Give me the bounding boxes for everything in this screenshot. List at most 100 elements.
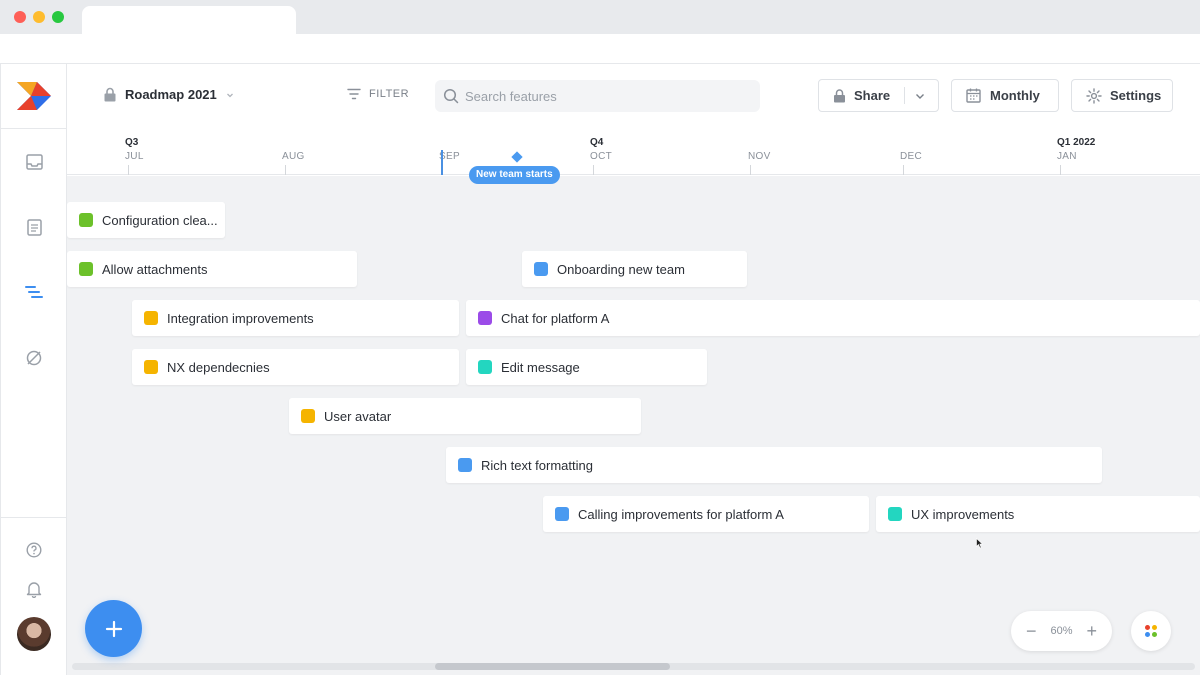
feature-label: Allow attachments: [102, 261, 208, 277]
month-tick: [1060, 165, 1061, 175]
hidden-icon[interactable]: [24, 348, 44, 368]
inbox-icon[interactable]: [24, 152, 44, 172]
feature-bar[interactable]: Rich text formatting: [446, 447, 1102, 483]
month-tick: [750, 165, 751, 175]
browser-tab[interactable]: [82, 6, 296, 34]
feature-bar[interactable]: Calling improvements for platform A: [543, 496, 869, 532]
app-logo-icon[interactable]: [17, 82, 51, 110]
feature-bar[interactable]: Integration improvements: [132, 300, 459, 336]
settings-label: Settings: [1110, 88, 1162, 103]
feature-label: UX improvements: [911, 506, 1015, 522]
milestone-diamond-icon[interactable]: [511, 151, 523, 163]
feature-label: Edit message: [501, 359, 580, 375]
window-minimize-button[interactable]: [33, 11, 45, 23]
feature-color-swatch: [458, 458, 472, 472]
sidebar-divider: [1, 128, 67, 129]
search-input[interactable]: [465, 88, 745, 104]
roadmap-selector[interactable]: Roadmap 2021: [103, 87, 235, 102]
feature-bar[interactable]: UX improvements: [876, 496, 1200, 532]
header: Roadmap 2021 FILTER Share Monthly Settin…: [67, 64, 1200, 128]
zoom-out-button[interactable]: −: [1026, 621, 1037, 642]
quarter-label: Q1 2022: [1057, 137, 1096, 148]
month-label: JAN: [1057, 151, 1077, 162]
share-label: Share: [854, 88, 891, 103]
month-tick: [128, 165, 129, 175]
bell-icon[interactable]: [24, 579, 44, 599]
gear-icon: [1086, 87, 1102, 104]
feature-bar[interactable]: Chat for platform A: [466, 300, 1200, 336]
feature-label: Rich text formatting: [481, 457, 593, 473]
month-label: JUL: [125, 151, 144, 162]
feature-color-swatch: [555, 507, 569, 521]
zoom-in-button[interactable]: +: [1086, 621, 1097, 642]
filter-icon: [347, 88, 361, 100]
sidebar-divider: [1, 517, 67, 518]
feature-label: User avatar: [324, 408, 392, 424]
month-tick: [593, 165, 594, 175]
feature-bar[interactable]: User avatar: [289, 398, 641, 434]
window-close-button[interactable]: [14, 11, 26, 23]
feature-label: Configuration clea...: [102, 212, 218, 228]
calendar-icon: [966, 88, 981, 103]
feature-label: Calling improvements for platform A: [578, 506, 784, 522]
zoom-control: − 60% +: [1011, 611, 1112, 651]
search-icon: [443, 88, 459, 104]
feature-color-swatch: [79, 213, 93, 227]
feature-bar[interactable]: Allow attachments: [67, 251, 357, 287]
month-label: AUG: [282, 151, 305, 162]
apps-button[interactable]: [1131, 611, 1171, 651]
month-label: NOV: [748, 151, 771, 162]
feature-color-swatch: [478, 311, 492, 325]
browser-toolbar: [0, 34, 1200, 64]
feature-label: Integration improvements: [167, 310, 314, 326]
feature-bar[interactable]: Edit message: [466, 349, 707, 385]
feature-label: NX dependecnies: [167, 359, 270, 375]
avatar[interactable]: [17, 617, 51, 651]
feature-bar[interactable]: Onboarding new team: [522, 251, 747, 287]
search-bar: [435, 80, 760, 112]
lock-icon: [834, 88, 845, 102]
scrollbar-thumb[interactable]: [435, 663, 670, 670]
zoom-level: 60%: [1050, 625, 1073, 637]
month-label: DEC: [900, 151, 923, 162]
plus-icon: [105, 620, 122, 637]
feature-bar[interactable]: NX dependecnies: [132, 349, 459, 385]
window-maximize-button[interactable]: [52, 11, 64, 23]
feature-label: Chat for platform A: [501, 310, 610, 326]
month-label: OCT: [590, 151, 613, 162]
add-feature-button[interactable]: [85, 600, 142, 657]
sidebar: [0, 64, 67, 675]
share-divider: [904, 87, 906, 104]
feature-color-swatch: [301, 409, 315, 423]
feature-bar[interactable]: Configuration clea...: [67, 202, 225, 238]
roadmap-name: Roadmap 2021: [125, 87, 217, 102]
feature-color-swatch: [144, 311, 158, 325]
mouse-cursor-icon: [976, 538, 984, 549]
feature-color-swatch: [534, 262, 548, 276]
timeline-header: Q3 Q4 Q1 2022 JUL AUG SEP OCT NOV DEC JA…: [67, 128, 1200, 184]
quarter-label: Q3: [125, 137, 139, 148]
feature-label: Onboarding new team: [557, 261, 685, 277]
milestone-label[interactable]: New team starts: [469, 166, 560, 184]
month-tick: [285, 165, 286, 175]
help-icon[interactable]: [24, 540, 44, 560]
chevron-down-icon: [226, 93, 233, 97]
month-tick: [903, 165, 904, 175]
monthly-label: Monthly: [990, 88, 1040, 103]
filter-button[interactable]: FILTER: [347, 88, 409, 100]
quarter-label: Q4: [590, 137, 604, 148]
feature-color-swatch: [478, 360, 492, 374]
monthly-view-button[interactable]: Monthly: [951, 79, 1059, 112]
roadmap-canvas: Configuration clea... Allow attachments …: [67, 176, 1200, 675]
today-marker: [441, 150, 443, 175]
chevron-down-icon[interactable]: [914, 90, 926, 102]
share-button[interactable]: Share: [818, 79, 939, 112]
filter-label: FILTER: [369, 88, 410, 100]
horizontal-scrollbar[interactable]: [72, 663, 1195, 670]
document-icon[interactable]: [24, 217, 44, 237]
feature-color-swatch: [79, 262, 93, 276]
browser-title-bar: [0, 0, 1200, 34]
feature-color-swatch: [888, 507, 902, 521]
roadmap-icon[interactable]: [24, 282, 44, 302]
settings-button[interactable]: Settings: [1071, 79, 1173, 112]
